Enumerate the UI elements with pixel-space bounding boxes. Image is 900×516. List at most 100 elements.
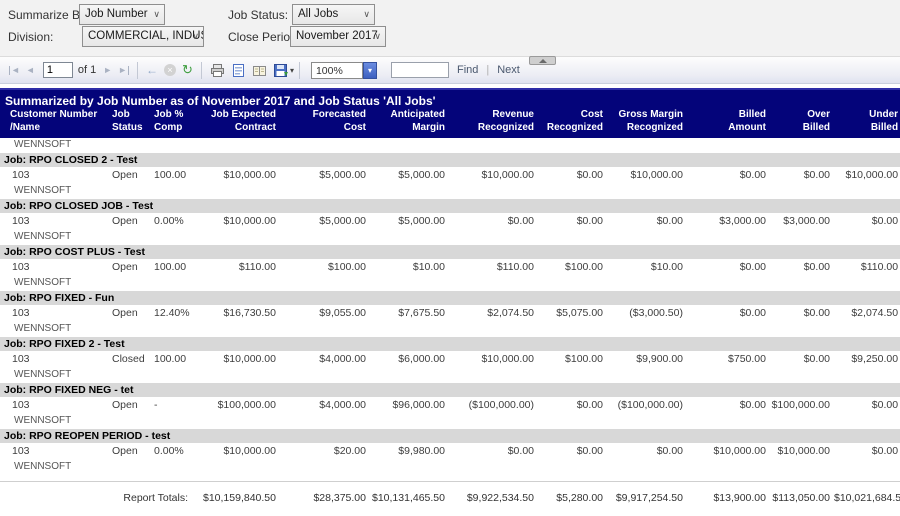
report-total-value: $10,159,840.50 <box>192 490 278 506</box>
report-area: Summarized by Job Number as of November … <box>0 88 900 506</box>
find-next-separator: | <box>486 64 489 76</box>
job-data-row: 103Closed100.00$10,000.00$4,000.00$6,000… <box>0 351 900 368</box>
column-header: UnderBilled <box>832 109 900 138</box>
job-group-header: Job: RPO REOPEN PERIOD - test <box>0 428 900 443</box>
next-button[interactable]: Next <box>497 64 520 76</box>
job-data-row: 103Open0.00%$10,000.00$20.00$9,980.00$0.… <box>0 443 900 460</box>
job-data-row: 103Open-$100,000.00$4,000.00$96,000.00($… <box>0 397 900 414</box>
report-totals-row: Report Totals:$10,159,840.50$28,375.00$1… <box>0 490 900 506</box>
totals-divider <box>0 481 900 490</box>
report-table: Summarized by Job Number as of November … <box>0 88 900 506</box>
job-group-header: Job: RPO FIXED - Fun <box>0 290 900 305</box>
customer-name-row: WENNSOFT <box>0 322 900 336</box>
close-period-value: November 2017 <box>296 30 378 42</box>
customer-name-row: WENNSOFT <box>0 276 900 290</box>
toolbar-separator <box>299 62 300 79</box>
column-header: Gross MarginRecognized <box>605 109 685 138</box>
report-title: Summarized by Job Number as of November … <box>0 89 900 109</box>
job-data-row: 103Open0.00%$10,000.00$5,000.00$5,000.00… <box>0 213 900 230</box>
column-header: BilledAmount <box>685 109 768 138</box>
summarize-by-label: Summarize By: <box>8 8 89 22</box>
report-header: Summarized by Job Number as of November … <box>0 89 900 138</box>
close-period-dropdown[interactable]: November 2017 ∨ <box>290 26 386 47</box>
column-header: Customer Number/Name <box>0 109 110 138</box>
report-total-value: $10,131,465.50 <box>368 490 447 506</box>
column-header: JobStatus <box>110 109 152 138</box>
report-totals-label: Report Totals: <box>0 490 192 506</box>
report-total-value: $9,922,534.50 <box>447 490 536 506</box>
print-icon[interactable] <box>210 63 225 78</box>
job-group-header: Job: RPO CLOSED 2 - Test <box>0 152 900 167</box>
column-header-row: Customer Number/NameJobStatusJob %CompJo… <box>0 109 900 138</box>
job-data-row: 103Open12.40%$16,730.50$9,055.00$7,675.5… <box>0 305 900 322</box>
first-page-icon[interactable]: ◄ <box>9 66 20 75</box>
report-total-value: $5,280.00 <box>536 490 605 506</box>
report-rows: WENNSOFTJob: RPO CLOSED 2 - Test103Open1… <box>0 138 900 473</box>
job-data-row: 103Open100.00$110.00$100.00$10.00$110.00… <box>0 259 900 276</box>
chevron-down-icon: ∨ <box>363 9 370 20</box>
customer-name-row: WENNSOFT <box>0 460 900 473</box>
next-page-icon[interactable]: ► <box>103 66 112 75</box>
report-viewer-window: Summarize By: Job Number ∨ Job Status: A… <box>0 0 900 516</box>
customer-name-row: WENNSOFT <box>0 368 900 382</box>
export-save-icon[interactable] <box>273 63 288 78</box>
chevron-down-icon: ∨ <box>192 31 199 42</box>
parameters-collapse-handle[interactable] <box>529 56 556 65</box>
find-button[interactable]: Find <box>457 64 478 76</box>
report-footer: Report Totals:$10,159,840.50$28,375.00$1… <box>0 473 900 506</box>
refresh-icon[interactable]: ↻ <box>182 62 193 78</box>
collapse-arrow-icon <box>539 59 547 63</box>
division-label: Division: <box>8 30 53 44</box>
customer-name-row: WENNSOFT <box>0 184 900 198</box>
customer-name-row: WENNSOFT <box>0 138 900 152</box>
spacer-row <box>0 473 900 481</box>
zoom-select[interactable]: 100% ▾ <box>311 62 377 79</box>
job-status-dropdown[interactable]: All Jobs ∨ <box>292 4 375 25</box>
column-header: RevenueRecognized <box>447 109 536 138</box>
report-toolbar: ◄ ◄ of 1 ► ► ← × ↻ ▾ 100% ▾ Find | Next <box>0 57 900 84</box>
column-header: AnticipatedMargin <box>368 109 447 138</box>
export-caret-icon[interactable]: ▾ <box>290 66 294 75</box>
customer-name-row: WENNSOFT <box>0 230 900 244</box>
previous-page-icon[interactable]: ◄ <box>26 66 35 75</box>
job-data-row: 103Open100.00$10,000.00$5,000.00$5,000.0… <box>0 167 900 184</box>
column-header: Job ExpectedContract <box>192 109 278 138</box>
chevron-down-icon: ∨ <box>374 31 381 42</box>
column-header: OverBilled <box>768 109 832 138</box>
job-status-value: All Jobs <box>298 8 338 20</box>
report-total-value: $13,900.00 <box>685 490 768 506</box>
parameters-panel: Summarize By: Job Number ∨ Job Status: A… <box>0 0 900 57</box>
page-number-input[interactable] <box>43 62 73 78</box>
zoom-value: 100% <box>311 62 363 79</box>
close-period-label: Close Period <box>228 30 297 44</box>
report-total-value: $113,050.00 <box>768 490 832 506</box>
cancel-icon[interactable]: × <box>164 64 176 76</box>
division-value: COMMERCIAL, INDUS <box>88 30 204 42</box>
report-total-value: $28,375.00 <box>278 490 368 506</box>
job-group-header: Job: RPO COST PLUS - Test <box>0 244 900 259</box>
toolbar-separator <box>201 62 202 79</box>
summarize-by-value: Job Number <box>85 8 148 20</box>
column-header: CostRecognized <box>536 109 605 138</box>
job-group-header: Job: RPO FIXED 2 - Test <box>0 336 900 351</box>
page-count-label: of 1 <box>78 64 96 76</box>
report-total-value: $10,021,684.50 <box>832 490 900 506</box>
last-page-icon[interactable]: ► <box>118 66 129 75</box>
job-status-label: Job Status: <box>228 8 288 22</box>
report-total-value: $9,917,254.50 <box>605 490 685 506</box>
chevron-down-icon[interactable]: ▾ <box>363 62 377 79</box>
chevron-down-icon: ∨ <box>153 9 160 20</box>
division-dropdown[interactable]: COMMERCIAL, INDUS ∨ <box>82 26 204 47</box>
job-group-header: Job: RPO CLOSED JOB - Test <box>0 198 900 213</box>
column-header: ForecastedCost <box>278 109 368 138</box>
print-layout-icon[interactable] <box>231 63 246 78</box>
page-setup-icon[interactable] <box>252 63 267 78</box>
report-title-row: Summarized by Job Number as of November … <box>0 89 900 109</box>
job-group-header: Job: RPO FIXED NEG - tet <box>0 382 900 397</box>
back-to-parent-icon[interactable]: ← <box>146 63 158 77</box>
column-header: Job %Comp <box>152 109 192 138</box>
find-input[interactable] <box>391 62 449 78</box>
toolbar-separator <box>137 62 138 79</box>
customer-name-row: WENNSOFT <box>0 414 900 428</box>
summarize-by-dropdown[interactable]: Job Number ∨ <box>79 4 165 25</box>
